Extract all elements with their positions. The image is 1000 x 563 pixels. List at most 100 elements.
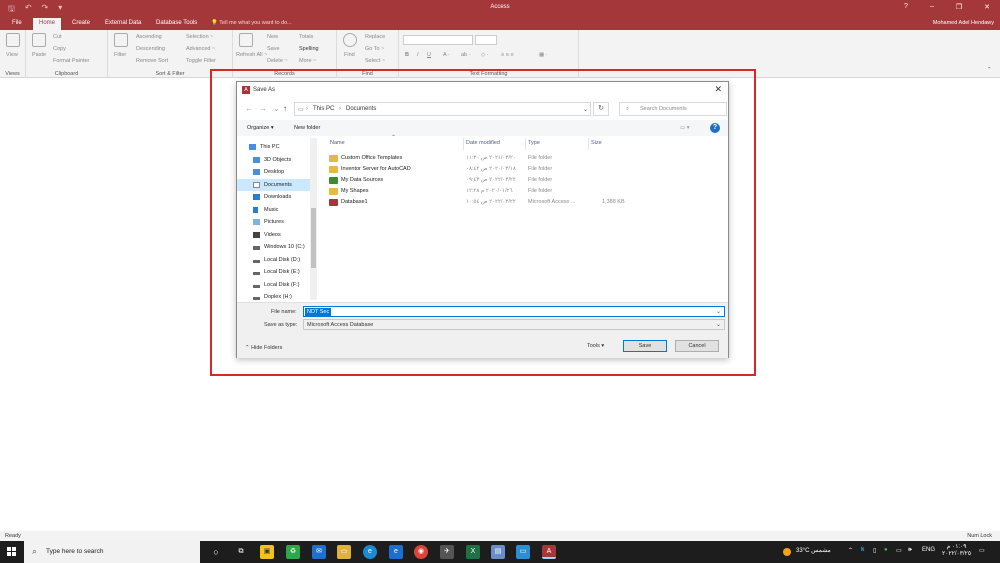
chevron-up-icon[interactable]: ⌃: [848, 547, 853, 554]
column-type[interactable]: Type: [528, 140, 540, 146]
file-name-field[interactable]: NDT Sec ⌄: [303, 306, 725, 317]
refresh-all-button[interactable]: Refresh All ~: [236, 52, 267, 58]
organize-button[interactable]: Organize ▾: [247, 125, 274, 131]
paste-icon[interactable]: [32, 33, 46, 47]
find-button[interactable]: Find: [344, 52, 355, 58]
descending-button[interactable]: Descending: [136, 46, 165, 52]
font-color-icon[interactable]: A ·: [443, 52, 450, 58]
up-icon[interactable]: ↑: [283, 104, 287, 113]
nav-scrollbar[interactable]: [310, 138, 317, 300]
font-size-box[interactable]: [475, 35, 497, 45]
chevron-down-icon[interactable]: ⌄: [716, 321, 721, 328]
chevron-down-icon[interactable]: ⌄: [716, 308, 721, 315]
weather-icon[interactable]: [783, 548, 791, 556]
recycle-app-icon[interactable]: ♻: [286, 545, 300, 559]
totals-button[interactable]: Totals: [299, 34, 313, 40]
font-name-box[interactable]: [403, 35, 473, 45]
view-options-icon[interactable]: ▭ ▾: [680, 125, 690, 131]
tab-database-tools[interactable]: Database Tools: [150, 18, 203, 30]
taskbar-search[interactable]: ⌕ Type here to search: [24, 541, 200, 563]
remote-desktop-icon[interactable]: ▭: [516, 545, 530, 559]
remove-sort-button[interactable]: Remove Sort: [136, 58, 168, 64]
chevron-down-icon[interactable]: ⌄: [583, 106, 588, 113]
cortana-icon[interactable]: ○: [209, 545, 223, 559]
filter-button[interactable]: Filter: [114, 52, 126, 58]
chrome-icon[interactable]: ◉: [414, 545, 428, 559]
refresh-icon[interactable]: ↻: [593, 102, 609, 116]
hide-folders-button[interactable]: ⌃ Hide Folders: [245, 345, 282, 351]
nav-item-drive-c[interactable]: Windows 10 (C:): [237, 241, 310, 253]
column-name[interactable]: Name: [330, 140, 345, 146]
scrollbar-thumb[interactable]: [311, 208, 316, 268]
display-icon[interactable]: ▭: [896, 547, 902, 554]
tab-file[interactable]: File: [6, 18, 28, 30]
recent-locations-icon[interactable]: ⌄: [273, 104, 280, 113]
store-icon[interactable]: ▣: [260, 545, 274, 559]
view-icon[interactable]: [6, 33, 20, 47]
save-as-type-select[interactable]: Microsoft Access Database ⌄: [303, 319, 725, 330]
close-button[interactable]: ✕: [984, 3, 990, 11]
file-explorer-icon[interactable]: ▭: [337, 545, 351, 559]
gridlines-icon[interactable]: ▦ ·: [539, 52, 548, 58]
select-button[interactable]: Select ~: [365, 58, 385, 64]
notes-app-icon[interactable]: ▤: [491, 545, 505, 559]
save-record-button[interactable]: Save: [267, 46, 280, 52]
file-row[interactable]: Custom Office Templates ٢٠٢١/٠٣/٢٠ ص ١١:…: [319, 153, 728, 164]
nav-item-drive-d[interactable]: Local Disk (D:): [237, 254, 310, 266]
format-painter-button[interactable]: Format Painter: [53, 58, 89, 64]
copy-button[interactable]: Copy: [53, 46, 66, 52]
nav-item-videos[interactable]: Videos: [237, 229, 310, 241]
column-date-modified[interactable]: Date modified: [466, 140, 500, 146]
nav-item-3d-objects[interactable]: 3D Objects: [237, 154, 310, 166]
nav-item-drive-e[interactable]: Local Disk (E:): [237, 266, 310, 278]
search-input[interactable]: ⌕ Search Documents: [619, 102, 727, 116]
phone-icon[interactable]: ▯: [873, 547, 876, 554]
filter-icon[interactable]: [114, 33, 128, 47]
underline-icon[interactable]: U: [427, 52, 431, 58]
toggle-filter-button[interactable]: Toggle Filter: [186, 58, 216, 64]
advanced-button[interactable]: Advanced ~: [186, 46, 215, 52]
mail-icon[interactable]: ✉: [312, 545, 326, 559]
user-name[interactable]: Mohamed Adel Hendawy: [933, 20, 994, 26]
notification-icon[interactable]: ▭: [979, 547, 985, 554]
cancel-button[interactable]: Cancel: [675, 340, 719, 352]
nav-item-downloads[interactable]: Downloads: [237, 191, 310, 203]
address-bar[interactable]: ▭ › This PC › Documents ⌄: [294, 102, 591, 116]
collapse-ribbon-icon[interactable]: ⌃: [987, 67, 992, 73]
delete-record-button[interactable]: Delete ~: [267, 58, 288, 64]
nav-item-documents[interactable]: Documents: [237, 178, 310, 191]
go-to-button[interactable]: Go To ~: [365, 46, 384, 52]
edge-icon[interactable]: e: [363, 545, 377, 559]
selection-button[interactable]: Selection ~: [186, 34, 213, 40]
back-icon[interactable]: ←: [245, 104, 253, 113]
tab-external-data[interactable]: External Data: [99, 18, 147, 30]
language-indicator[interactable]: ENG: [922, 547, 935, 553]
highlight-icon[interactable]: ab ·: [461, 52, 470, 58]
nav-item-music[interactable]: Music: [237, 204, 310, 216]
save-button[interactable]: Save: [623, 340, 667, 352]
restore-button[interactable]: ❐: [956, 3, 962, 11]
nav-item-pictures[interactable]: Pictures: [237, 216, 310, 228]
ascending-button[interactable]: Ascending: [136, 34, 162, 40]
windows-start-icon[interactable]: [7, 547, 17, 557]
more-button[interactable]: More ~: [299, 58, 316, 64]
breadcrumb-this-pc[interactable]: This PC: [313, 106, 334, 112]
tools-button[interactable]: Tools ▾: [587, 343, 604, 349]
bold-icon[interactable]: B: [405, 52, 409, 58]
clock[interactable]: ٠١:٠٩ م ٢٠٢٢/٠٣/٢٥: [942, 543, 971, 557]
replace-button[interactable]: Replace: [365, 34, 385, 40]
nav-item-drive-h[interactable]: Doplex (H:): [237, 291, 310, 300]
find-icon[interactable]: [343, 33, 357, 47]
italic-icon[interactable]: I: [417, 52, 419, 58]
file-row[interactable]: Database1 ٢٠٢٢/٠٣/٢٢ ص ١٠:٥٤ Microsoft A…: [319, 197, 728, 208]
internet-explorer-icon[interactable]: e: [389, 545, 403, 559]
access-taskbar-icon[interactable]: A: [542, 545, 556, 559]
breadcrumb-documents[interactable]: Documents: [346, 106, 376, 112]
column-size[interactable]: Size: [591, 140, 602, 146]
tab-home[interactable]: Home: [33, 18, 62, 30]
minimize-button[interactable]: –: [930, 3, 934, 11]
view-button[interactable]: View: [6, 52, 18, 58]
nav-item-drive-f[interactable]: Local Disk (F:): [237, 279, 310, 291]
task-view-icon[interactable]: ⧉: [234, 545, 248, 559]
kaspersky-icon[interactable]: k: [861, 547, 864, 553]
